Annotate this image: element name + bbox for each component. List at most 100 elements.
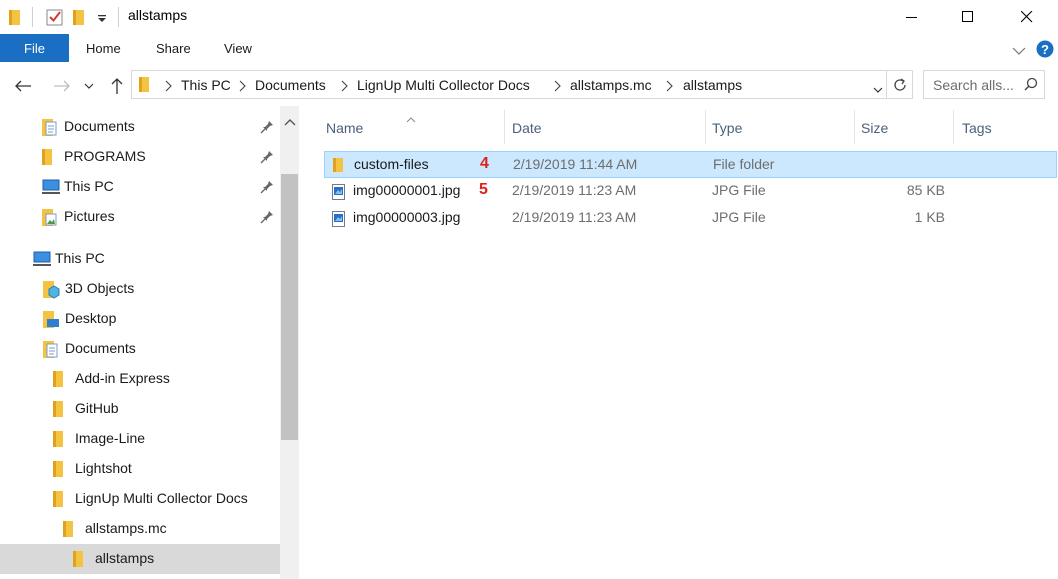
file-row-img00000001[interactable]: img00000001.jpg 5 2/19/2019 11:23 AM JPG… [324,178,1057,205]
search-icon[interactable] [1024,77,1038,94]
title-bar: allstamps [0,0,1058,34]
close-button[interactable] [1004,0,1050,34]
column-header-size[interactable]: Size [855,106,953,148]
scroll-up-icon[interactable] [283,114,297,130]
column-header-type[interactable]: Type [706,106,854,148]
file-name: img00000003.jpg [353,209,461,225]
recent-locations-button[interactable] [81,75,97,97]
chevron-right-icon[interactable] [165,79,172,95]
column-label: Name [326,120,364,136]
nav-item-github[interactable]: GitHub [0,394,280,424]
new-folder-icon[interactable] [73,8,87,29]
nav-item-label: GitHub [75,400,119,416]
file-date: 2/19/2019 11:44 AM [513,156,638,172]
pin-icon[interactable] [260,150,274,167]
pin-icon[interactable] [260,180,274,197]
svg-text:?: ? [1041,42,1049,57]
refresh-button[interactable] [887,70,913,99]
breadcrumb-allstamps-mc[interactable]: allstamps.mc [570,77,652,93]
sort-ascending-icon [406,110,416,126]
chevron-right-icon[interactable] [341,79,348,95]
nav-item-desktop[interactable]: Desktop [0,304,280,334]
chevron-right-icon[interactable] [239,79,246,95]
maximize-icon [962,11,973,22]
properties-checkmark-icon[interactable] [46,8,64,29]
minimize-icon [906,17,917,18]
tab-share[interactable]: Share [156,34,191,62]
column-header-name[interactable]: Name [324,106,504,148]
image-file-icon [332,211,345,230]
address-dropdown-icon[interactable] [873,81,883,97]
nav-item-lignup-docs[interactable]: LignUp Multi Collector Docs [0,484,280,514]
column-header-date[interactable]: Date [505,106,705,148]
folder-icon [53,401,65,421]
customize-dropdown-icon[interactable] [97,11,107,27]
nav-item-label: Add-in Express [75,370,170,386]
nav-item-documents[interactable]: Documents [0,334,280,364]
tab-file[interactable]: File [0,34,69,62]
breadcrumb-this-pc[interactable]: This PC [181,77,231,93]
nav-item-this-pc-pinned[interactable]: This PC [0,172,280,202]
nav-item-label: Lightshot [75,460,132,476]
nav-item-label: Documents [65,340,136,356]
nav-item-add-in-express[interactable]: Add-in Express [0,364,280,394]
search-placeholder: Search alls... [933,77,1014,93]
nav-item-label: Pictures [64,208,115,224]
file-type: JPG File [712,182,766,198]
file-type: JPG File [712,209,766,225]
file-list: Name Date Type Size Tags custom-files 4 … [300,106,1058,579]
nav-item-allstamps-mc[interactable]: allstamps.mc [0,514,280,544]
nav-item-image-line[interactable]: Image-Line [0,424,280,454]
nav-item-label: Documents [64,118,135,134]
file-size: 1 KB [914,209,945,225]
file-row-img00000003[interactable]: img00000003.jpg 2/19/2019 11:23 AM JPG F… [324,205,1057,232]
forward-button[interactable] [51,75,73,97]
pin-icon[interactable] [260,120,274,137]
nav-item-pictures[interactable]: Pictures [0,202,280,232]
nav-item-3d-objects[interactable]: 3D Objects [0,274,280,304]
divider [118,7,119,27]
search-input[interactable]: Search alls... [923,70,1045,99]
tab-home[interactable]: Home [86,34,121,62]
computer-icon [33,251,51,270]
expand-ribbon-icon[interactable] [1012,43,1026,59]
breadcrumb-allstamps[interactable]: allstamps [683,77,742,93]
nav-item-lightshot[interactable]: Lightshot [0,454,280,484]
nav-item-this-pc[interactable]: This PC [0,244,280,274]
folder-icon [63,521,75,541]
folder-icon [53,371,65,391]
folder-icon [73,551,85,571]
documents-icon [43,341,59,362]
back-arrow-icon [15,80,31,92]
nav-item-programs[interactable]: PROGRAMS [0,142,280,172]
breadcrumb-lignup-docs[interactable]: LignUp Multi Collector Docs [357,77,530,93]
ribbon: File Home Share View ? [0,34,1058,64]
documents-icon [42,119,58,140]
nav-item-label: PROGRAMS [64,148,146,164]
folder-icon[interactable] [9,8,23,29]
back-button[interactable] [12,75,34,97]
image-file-icon [332,184,345,203]
maximize-button[interactable] [945,0,991,34]
column-label: Tags [962,120,992,136]
nav-scrollbar-thumb[interactable] [281,174,298,440]
chevron-right-icon[interactable] [554,79,561,95]
nav-item-allstamps[interactable]: allstamps [0,544,280,574]
file-date: 2/19/2019 11:23 AM [512,209,637,225]
pin-icon[interactable] [260,210,274,227]
file-row-custom-files[interactable]: custom-files 4 2/19/2019 11:44 AM File f… [324,151,1057,178]
nav-item-documents-pinned[interactable]: Documents [0,112,280,142]
chevron-right-icon[interactable] [666,79,673,95]
up-arrow-icon [111,78,123,94]
address-bar[interactable]: This PC Documents LignUp Multi Collector… [131,70,887,99]
minimize-button[interactable] [889,0,935,34]
divider [32,7,33,27]
up-button[interactable] [106,75,128,97]
column-header-tags[interactable]: Tags [954,106,1054,148]
help-icon[interactable]: ? [1036,40,1054,61]
window-title: allstamps [128,7,188,23]
file-type: File folder [713,156,775,172]
breadcrumb-documents[interactable]: Documents [255,77,326,93]
tab-view[interactable]: View [224,34,252,62]
column-label: Date [512,120,542,136]
